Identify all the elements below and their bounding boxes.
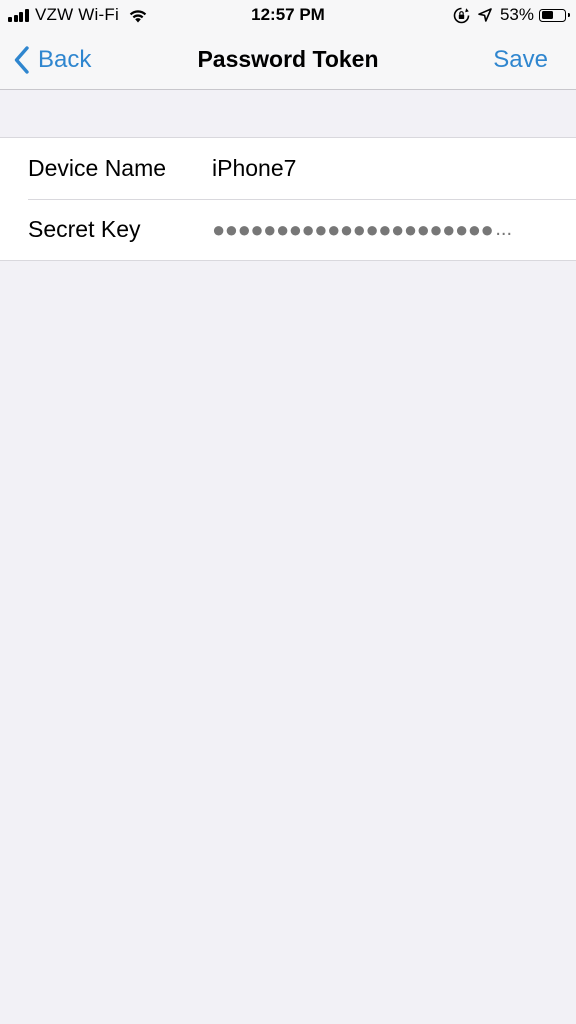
navigation-bar: Back Password Token Save xyxy=(0,30,576,90)
battery-fill xyxy=(541,11,553,19)
device-name-row[interactable]: Device Name iPhone7 xyxy=(0,138,576,199)
battery-percent: 53% xyxy=(499,5,534,24)
back-button[interactable]: Back xyxy=(14,30,91,89)
secret-key-label: Secret Key xyxy=(28,216,141,242)
secret-key-masked-value: ●●●●●●●●●●●●●●●●●●●●●● xyxy=(212,216,494,242)
battery-icon xyxy=(539,8,570,22)
secret-key-ellipsis: ... xyxy=(495,218,513,240)
location-arrow-icon xyxy=(478,8,492,22)
device-name-field[interactable]: iPhone7 xyxy=(212,155,296,182)
chevron-left-icon xyxy=(14,45,30,74)
device-name-label: Device Name xyxy=(28,155,167,181)
token-form-table: Device Name iPhone7 Secret Key ●●●●●●●●●… xyxy=(0,137,576,261)
battery-cap xyxy=(567,12,570,17)
save-button[interactable]: Save xyxy=(493,30,548,89)
secret-key-field[interactable]: ●●●●●●●●●●●●●●●●●●●●●● ... xyxy=(212,217,548,243)
back-label: Back xyxy=(38,45,92,73)
status-right: 53% xyxy=(453,5,570,25)
screen: VZW Wi-Fi 12:57 PM 53% Back Password Tok… xyxy=(0,0,576,1024)
status-bar: VZW Wi-Fi 12:57 PM 53% xyxy=(0,0,576,30)
secret-key-row[interactable]: Secret Key ●●●●●●●●●●●●●●●●●●●●●● ... xyxy=(0,199,576,260)
rotation-lock-icon xyxy=(453,7,470,24)
